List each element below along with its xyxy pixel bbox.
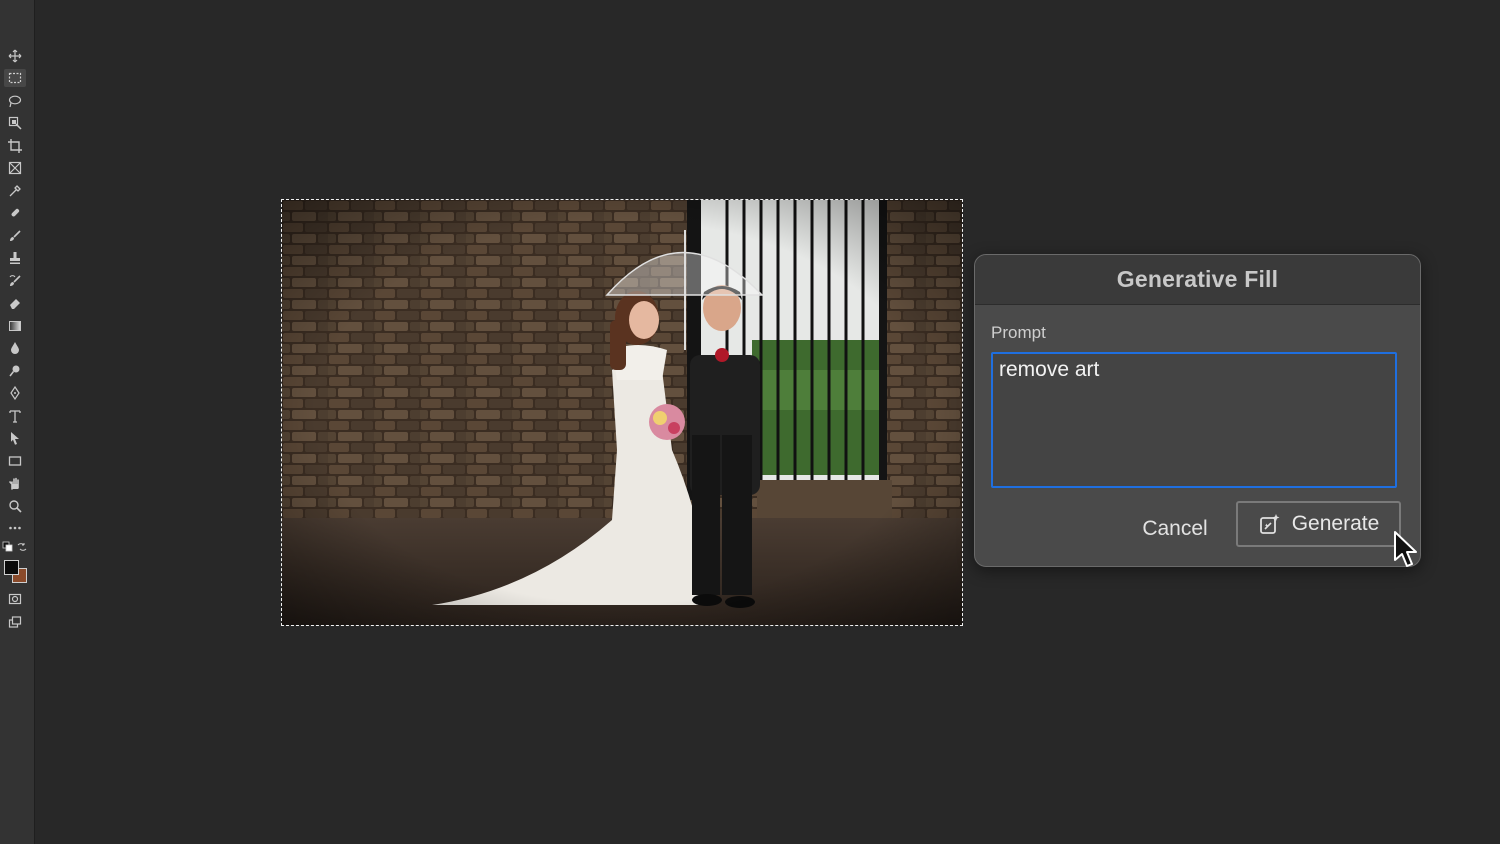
- dialog-header[interactable]: Generative Fill: [975, 255, 1420, 305]
- eraser-icon: [10, 299, 20, 309]
- default-colors-icon: [2, 541, 13, 552]
- zoom-tool[interactable]: [4, 497, 26, 515]
- brush-icon: [10, 230, 21, 241]
- eraser-tool[interactable]: [4, 294, 26, 312]
- pen-icon: [10, 386, 20, 400]
- rectangular-marquee-tool[interactable]: [4, 69, 26, 87]
- blur-tool[interactable]: [4, 339, 26, 357]
- screen-mode-button[interactable]: [4, 613, 26, 631]
- blur-drop-icon: [11, 342, 19, 354]
- pen-tool[interactable]: [4, 384, 26, 402]
- gradient-tool[interactable]: [4, 317, 26, 335]
- object-selection-icon: [8, 116, 22, 130]
- spot-healing-tool[interactable]: [4, 204, 26, 222]
- tools-panel: [0, 0, 35, 844]
- history-brush-tool[interactable]: [4, 272, 26, 290]
- more-icon: [9, 526, 21, 530]
- stamp-icon: [10, 252, 20, 264]
- quick-mask-icon: [8, 593, 22, 605]
- quick-mask-button[interactable]: [4, 590, 26, 608]
- prompt-label: Prompt: [991, 323, 1046, 342]
- eyedropper-icon: [9, 185, 21, 197]
- screen-mode-icon: [8, 616, 22, 628]
- healing-brush-icon: [11, 208, 20, 217]
- type-tool[interactable]: [4, 407, 26, 425]
- swap-arrow-icon: [17, 543, 27, 551]
- crop-tool[interactable]: [4, 137, 26, 155]
- frame-tool[interactable]: [4, 159, 26, 177]
- generate-button[interactable]: Generate: [1236, 501, 1401, 547]
- generative-fill-dialog: Generative Fill Prompt remove art Cancel…: [974, 254, 1421, 567]
- clone-stamp-tool[interactable]: [4, 249, 26, 267]
- rectangle-tool[interactable]: [4, 452, 26, 470]
- path-selection-icon: [11, 432, 19, 445]
- hand-icon: [9, 477, 19, 490]
- gradient-icon: [9, 321, 21, 331]
- object-selection-tool[interactable]: [4, 114, 26, 132]
- rectangle-icon: [8, 456, 22, 466]
- dodge-tool[interactable]: [4, 362, 26, 380]
- crop-icon: [8, 139, 22, 153]
- frame-icon: [8, 161, 22, 175]
- hand-tool[interactable]: [4, 474, 26, 492]
- eyedropper-tool[interactable]: [4, 182, 26, 200]
- dodge-icon: [9, 365, 20, 377]
- mouse-pointer-icon: [1394, 531, 1417, 567]
- lasso-tool[interactable]: [4, 92, 26, 110]
- generate-label: Generate: [1291, 512, 1380, 535]
- marquee-icon: [8, 72, 22, 84]
- move-icon: [8, 49, 22, 63]
- canvas-image[interactable]: [282, 200, 962, 625]
- cancel-button[interactable]: Cancel: [1125, 512, 1225, 546]
- history-brush-icon: [9, 275, 21, 286]
- foreground-color-swatch[interactable]: [4, 560, 19, 575]
- path-selection-tool[interactable]: [4, 429, 26, 447]
- wedding-photo: [282, 200, 962, 625]
- swap-colors-button[interactable]: [16, 541, 28, 553]
- edit-toolbar[interactable]: [4, 519, 26, 537]
- default-colors-button[interactable]: [2, 541, 14, 553]
- zoom-icon: [9, 500, 22, 513]
- generate-sparkle-icon: [1259, 514, 1280, 534]
- prompt-input[interactable]: remove art: [991, 352, 1397, 488]
- brush-tool[interactable]: [4, 227, 26, 245]
- lasso-icon: [8, 95, 22, 108]
- move-tool[interactable]: [4, 47, 26, 65]
- type-icon: [9, 410, 21, 423]
- dialog-title: Generative Fill: [1116, 266, 1279, 292]
